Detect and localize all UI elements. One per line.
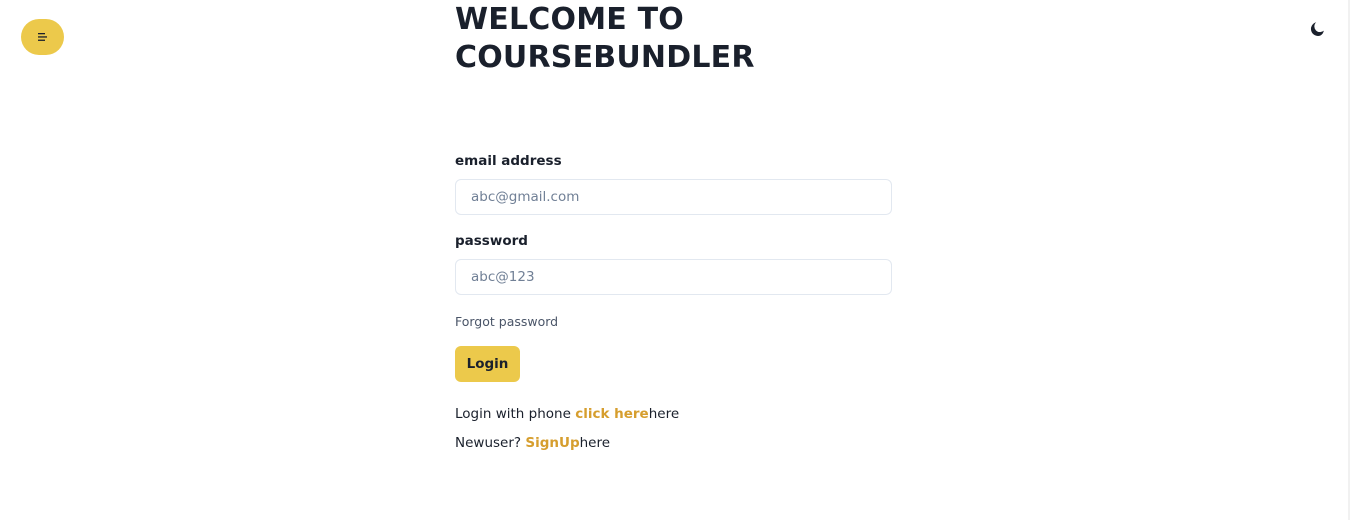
password-label: password <box>455 233 528 249</box>
theme-toggle-button[interactable] <box>1302 16 1332 44</box>
forgot-password-link[interactable]: Forgot password <box>455 314 558 329</box>
login-button[interactable]: Login <box>455 346 520 382</box>
signup-line: Newuser? SignUphere <box>455 434 892 452</box>
signup-prefix: Newuser? <box>455 435 526 451</box>
moon-icon <box>1308 20 1326 41</box>
hamburger-icon <box>37 32 48 42</box>
page-title: WELCOME TO COURSEBUNDLER <box>455 1 765 77</box>
phone-login-prefix: Login with phone <box>455 406 576 422</box>
phone-login-suffix: here <box>648 406 680 422</box>
email-label: email address <box>455 153 562 169</box>
phone-login-line: Login with phone click herehere <box>455 405 892 423</box>
page-title-line1: WELCOME TO <box>455 2 684 37</box>
menu-button[interactable] <box>21 19 64 55</box>
signup-link[interactable]: SignUp <box>525 435 579 451</box>
login-page: WELCOME TO COURSEBUNDLER email address p… <box>0 0 1350 520</box>
page-title-line2: COURSEBUNDLER <box>455 40 755 75</box>
password-field[interactable] <box>455 259 892 295</box>
phone-login-link[interactable]: click here <box>575 406 649 422</box>
login-form: WELCOME TO COURSEBUNDLER email address p… <box>455 0 892 452</box>
email-field[interactable] <box>455 179 892 215</box>
signup-suffix: here <box>579 435 611 451</box>
